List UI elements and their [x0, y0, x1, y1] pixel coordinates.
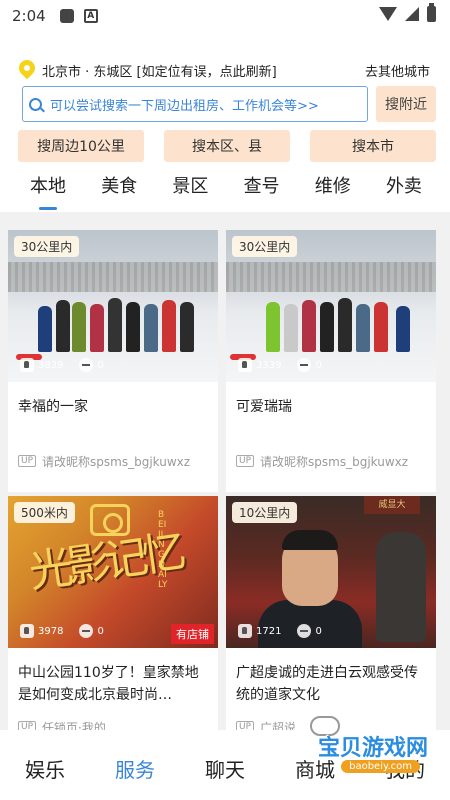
card-image[interactable]: 光影记忆 BEIJING DAILY 500米内 3978 0 有店铺 — [8, 496, 218, 648]
other-city-link[interactable]: 去其他城市 — [365, 61, 430, 80]
quick-search-buttons: 搜周边10公里 搜本区、县 搜本市 — [18, 130, 436, 162]
card-image[interactable]: 威显大 10公里内 1721 0 — [226, 496, 436, 648]
location-pin-icon — [18, 60, 36, 80]
feed-card[interactable]: 威显大 10公里内 1721 0 广超虔诚的走进白云观感受传统的道家文化 UP … — [226, 496, 436, 730]
card-title[interactable]: 广超虔诚的走进白云观感受传统的道家文化 — [226, 648, 436, 714]
comment-count: 0 — [97, 360, 104, 371]
card-image[interactable]: 30公里内 3839 0 — [8, 230, 218, 382]
up-badge: UP — [18, 455, 37, 467]
search-placeholder: 可以尝试搜索一下周边出租房、工作机会等>> — [50, 98, 319, 114]
app-notification-icon: A — [83, 9, 98, 23]
card-stats: 3839 0 — [20, 358, 104, 372]
tab-scenic[interactable]: 景区 — [168, 170, 212, 204]
card-user[interactable]: UP 任锁页·我的 — [8, 714, 218, 730]
status-time: 2:04 — [12, 7, 46, 25]
tab-repair[interactable]: 维修 — [311, 170, 355, 204]
card-stats: 1721 0 — [238, 624, 322, 638]
comment-count: 0 — [97, 626, 104, 637]
card-user[interactable]: UP 广超说… — [226, 714, 436, 730]
user-name: 任锁页·我的 — [42, 720, 106, 731]
comment-icon — [79, 624, 94, 638]
category-tabs: 本地 美食 景区 查号 维修 外卖 — [26, 170, 426, 210]
like-count: 3978 — [38, 626, 64, 637]
card-stats: 3978 0 — [20, 624, 104, 638]
nav-chat[interactable]: 聊天 — [205, 754, 245, 783]
card-user[interactable]: UP 请改昵称spsms_bgjkuwxz — [8, 448, 218, 474]
content-feed[interactable]: 30公里内 3839 0 幸福的一家 UP 请改昵称spsms_bgjkuwxz… — [0, 212, 450, 730]
tab-food[interactable]: 美食 — [97, 170, 141, 204]
card-title[interactable]: 中山公园110岁了！皇家禁地是如何变成北京最时尚… — [8, 648, 218, 714]
search-nearby-button[interactable]: 搜附近 — [376, 86, 436, 122]
current-location[interactable]: 北京市 · 东城区 [如定位有误，点此刷新] — [42, 61, 277, 80]
search-district-button[interactable]: 搜本区、县 — [164, 130, 290, 162]
like-count: 3839 — [38, 360, 64, 371]
card-title[interactable]: 可爱瑞瑞 — [226, 382, 436, 448]
up-badge: UP — [18, 721, 37, 730]
like-count: 3339 — [256, 360, 282, 371]
comment-count: 0 — [315, 360, 322, 371]
nav-services[interactable]: 服务 — [115, 754, 155, 783]
distance-badge: 30公里内 — [14, 236, 80, 257]
bottom-navigation: 娱乐 服务 聊天 商城 我的 — [0, 736, 450, 800]
search-10km-button[interactable]: 搜周边10公里 — [18, 130, 144, 162]
user-name: 请改昵称spsms_bgjkuwxz — [42, 454, 191, 469]
like-icon — [238, 358, 252, 372]
distance-badge: 30公里内 — [232, 236, 298, 257]
comment-count: 0 — [315, 626, 322, 637]
tab-number-lookup[interactable]: 查号 — [240, 170, 284, 204]
up-badge: UP — [236, 721, 255, 730]
user-name: 广超说… — [260, 720, 309, 731]
battery-icon — [427, 3, 436, 22]
status-icons — [379, 3, 436, 22]
feed-card[interactable]: 30公里内 3339 0 可爱瑞瑞 UP 请改昵称spsms_bgjkuwxz — [226, 230, 436, 492]
tab-local[interactable]: 本地 — [26, 170, 70, 210]
card-stats: 3339 0 — [238, 358, 322, 372]
store-tag[interactable]: 有店铺 — [171, 624, 214, 644]
feed-card[interactable]: 光影记忆 BEIJING DAILY 500米内 3978 0 有店铺 中山公园… — [8, 496, 218, 730]
nav-mall[interactable]: 商城 — [295, 754, 335, 783]
user-name: 请改昵称spsms_bgjkuwxz — [260, 454, 409, 469]
temple-plaque: 威显大 — [364, 496, 420, 514]
poster-side-text: BEIJING DAILY — [158, 510, 168, 590]
up-badge: UP — [236, 455, 255, 467]
like-icon — [238, 624, 252, 638]
comment-icon — [297, 358, 312, 372]
like-count: 1721 — [256, 626, 282, 637]
distance-badge: 500米内 — [14, 502, 75, 523]
tab-takeout[interactable]: 外卖 — [382, 170, 426, 204]
like-icon — [20, 358, 34, 372]
search-row: 可以尝试搜索一下周边出租房、工作机会等>> 搜附近 — [22, 86, 436, 122]
notification-icon — [59, 9, 74, 23]
search-input[interactable]: 可以尝试搜索一下周边出租房、工作机会等>> — [22, 86, 368, 122]
card-user[interactable]: UP 请改昵称spsms_bgjkuwxz — [226, 448, 436, 474]
location-bar: 北京市 · 东城区 [如定位有误，点此刷新] 去其他城市 — [18, 58, 438, 82]
feed-card[interactable]: 30公里内 3839 0 幸福的一家 UP 请改昵称spsms_bgjkuwxz — [8, 230, 218, 492]
search-city-button[interactable]: 搜本市 — [310, 130, 436, 162]
comment-icon — [79, 358, 94, 372]
search-icon — [29, 97, 42, 111]
card-image[interactable]: 30公里内 3339 0 — [226, 230, 436, 382]
like-icon — [20, 624, 34, 638]
comment-icon — [297, 624, 312, 638]
nav-entertainment[interactable]: 娱乐 — [25, 754, 65, 783]
status-bar: 2:04 A — [0, 0, 450, 32]
nav-me[interactable]: 我的 — [385, 754, 425, 783]
distance-badge: 10公里内 — [232, 502, 298, 523]
wifi-icon — [379, 7, 397, 21]
signal-icon — [405, 7, 419, 21]
card-title[interactable]: 幸福的一家 — [8, 382, 218, 448]
